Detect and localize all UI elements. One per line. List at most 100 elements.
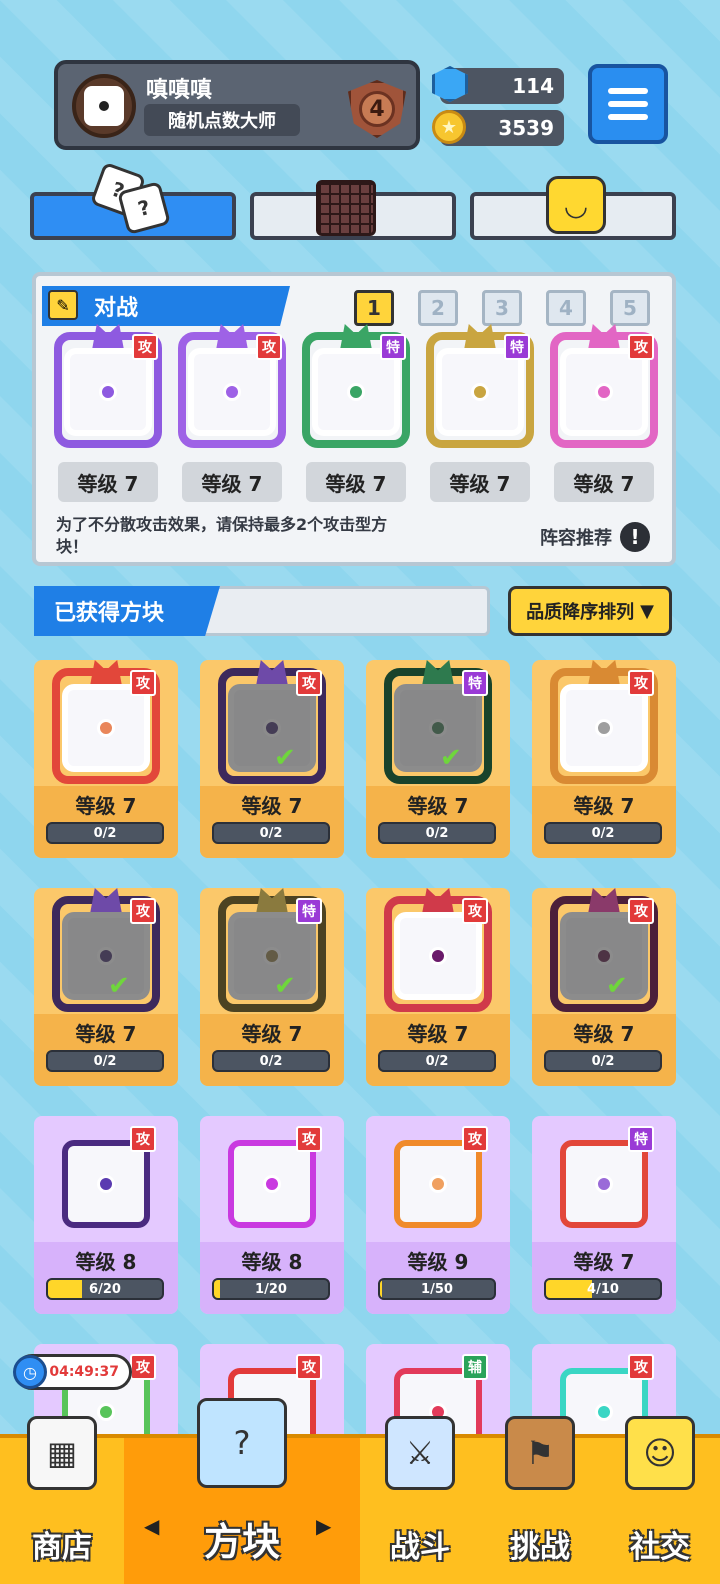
type-badge: 特: [296, 898, 322, 924]
deck-tab-2[interactable]: 2: [418, 290, 458, 326]
coin-counter[interactable]: ★ 3539: [432, 110, 564, 146]
type-badge: 攻: [462, 1126, 488, 1152]
dragon-head-icon: [588, 888, 620, 914]
dice-pip-icon: [595, 1175, 613, 1193]
gem-amount: 114: [512, 74, 554, 98]
profile-card[interactable]: 嗔嗔嗔 随机点数大师 4: [54, 60, 420, 150]
type-badge: 攻: [296, 670, 322, 696]
dice-card[interactable]: 攻 ✔ 等级 7 0/2: [532, 888, 676, 1086]
upgrade-progress-bar: 0/2: [544, 822, 662, 844]
deck-tab-3[interactable]: 3: [482, 290, 522, 326]
nav-dice[interactable]: ? 方块: [124, 1398, 360, 1584]
dragon-head-icon: [256, 660, 288, 686]
deck-tab-1[interactable]: 1: [354, 290, 394, 326]
dice-face: [62, 684, 150, 772]
dice-pip-icon: [223, 383, 241, 401]
deck-tab-5[interactable]: 5: [610, 290, 650, 326]
dice-pip-icon: [429, 719, 447, 737]
dragon-head-icon: [92, 324, 124, 350]
dice-card[interactable]: 攻等级 7 0/2: [532, 660, 676, 858]
event-timer[interactable]: ◷ 04:49:37: [13, 1354, 132, 1390]
upgrade-progress-bar: 0/2: [46, 1050, 164, 1072]
dice-face: [394, 684, 482, 772]
upgrade-progress-text: 0/2: [591, 825, 615, 841]
dice-pip-icon: [263, 947, 281, 965]
owned-label: 已获得方块: [34, 586, 220, 636]
player-title: 随机点数大师: [144, 104, 300, 136]
dice-card[interactable]: 特等级 7 4/10: [532, 1116, 676, 1314]
dice-card[interactable]: 攻等级 7 0/2: [34, 660, 178, 858]
rank-number: 4: [359, 91, 395, 127]
dragon-head-icon: [588, 660, 620, 686]
social-icon: ☺: [625, 1416, 695, 1490]
dice-card[interactable]: 特 ✔ 等级 7 0/2: [366, 660, 510, 858]
dice-face: [394, 912, 482, 1000]
dice-card[interactable]: 特 ✔ 等级 7 0/2: [200, 888, 344, 1086]
tab-board[interactable]: [250, 180, 456, 240]
type-badge: 攻: [462, 898, 488, 924]
dice-face: [560, 1140, 648, 1228]
nav-shop[interactable]: ▦ 商店: [0, 1416, 124, 1584]
upgrade-progress-bar: 1/20: [212, 1278, 330, 1300]
nav-shop-label: 商店: [32, 1530, 92, 1565]
card-level: 等级 7: [75, 794, 137, 818]
dragon-head-icon: [256, 888, 288, 914]
dice-card[interactable]: 攻等级 7 0/2: [366, 888, 510, 1086]
dice-face: [560, 684, 648, 772]
deck-slot-level: 等级 7: [554, 462, 654, 502]
gem-counter[interactable]: 114: [432, 66, 564, 104]
dice-pip-icon: [263, 1175, 281, 1193]
nav-challenge[interactable]: ⚑ 挑战: [480, 1416, 600, 1584]
recommend-button[interactable]: 阵容推荐 !: [540, 522, 650, 552]
pencil-icon[interactable]: ✎: [48, 290, 78, 320]
dice-card[interactable]: 攻等级 8 6/20: [34, 1116, 178, 1314]
type-badge: 攻: [296, 1354, 322, 1380]
bottom-nav: ▦ 商店 ? 方块 ⚔ 战斗 ⚑ 挑战 ☺ 社交: [0, 1398, 720, 1584]
gem-icon: [432, 66, 468, 102]
sort-label: 品质降序排列: [526, 602, 635, 623]
rank-badge[interactable]: 4: [348, 80, 406, 138]
dice-card[interactable]: 攻 ✔ 等级 7 0/2: [34, 888, 178, 1086]
deck-tab-4[interactable]: 4: [546, 290, 586, 326]
avatar[interactable]: [72, 74, 136, 138]
dice-icon: ? ?: [89, 161, 172, 236]
deck-slot[interactable]: 特: [426, 324, 534, 450]
sort-button[interactable]: 品质降序排列 ▼: [508, 586, 672, 636]
stopwatch-icon: ◷: [13, 1355, 47, 1389]
deck-slot[interactable]: 攻: [550, 324, 658, 450]
upgrade-progress-text: 4/10: [587, 1281, 619, 1297]
card-level: 等级 8: [75, 1250, 137, 1274]
nav-left-arrow-icon: ◀: [144, 1514, 160, 1538]
tab-emote[interactable]: ◡: [470, 176, 676, 240]
dice-pip-icon: [595, 947, 613, 965]
card-level: 等级 7: [407, 1022, 469, 1046]
menu-button[interactable]: [588, 64, 668, 144]
upgrade-progress-text: 1/50: [421, 1281, 453, 1297]
dice-card[interactable]: 攻等级 9 1/50: [366, 1116, 510, 1314]
upgrade-progress-text: 1/20: [255, 1281, 287, 1297]
deck-slot[interactable]: 攻: [54, 324, 162, 450]
upgrade-progress-text: 6/20: [89, 1281, 121, 1297]
deck-slot[interactable]: 攻: [178, 324, 286, 450]
nav-right-arrow-icon: ▶: [316, 1514, 332, 1538]
deck-slot[interactable]: 特: [302, 324, 410, 450]
dice-pip-icon: [97, 719, 115, 737]
dragon-head-icon: [464, 324, 496, 350]
challenge-icon: ⚑: [505, 1416, 575, 1490]
dice-face: [394, 1140, 482, 1228]
type-badge: 攻: [130, 1126, 156, 1152]
upgrade-progress-bar: 0/2: [544, 1050, 662, 1072]
nav-social[interactable]: ☺ 社交: [600, 1416, 720, 1584]
nav-battle[interactable]: ⚔ 战斗: [360, 1416, 480, 1584]
tab-dice[interactable]: ? ?: [30, 161, 236, 240]
owned-header: 已获得方块: [34, 586, 490, 636]
dice-card[interactable]: 攻等级 8 1/20: [200, 1116, 344, 1314]
upgrade-progress-bar: 0/2: [212, 822, 330, 844]
battle-tip: 为了不分散攻击效果，请保持最多2个攻击型方块！: [56, 515, 388, 556]
dice-card[interactable]: 攻 ✔ 等级 7 0/2: [200, 660, 344, 858]
dice-face: [560, 912, 648, 1000]
card-level: 等级 9: [407, 1250, 469, 1274]
card-level: 等级 7: [407, 794, 469, 818]
upgrade-progress-bar: 0/2: [46, 822, 164, 844]
dice-face: [62, 912, 150, 1000]
